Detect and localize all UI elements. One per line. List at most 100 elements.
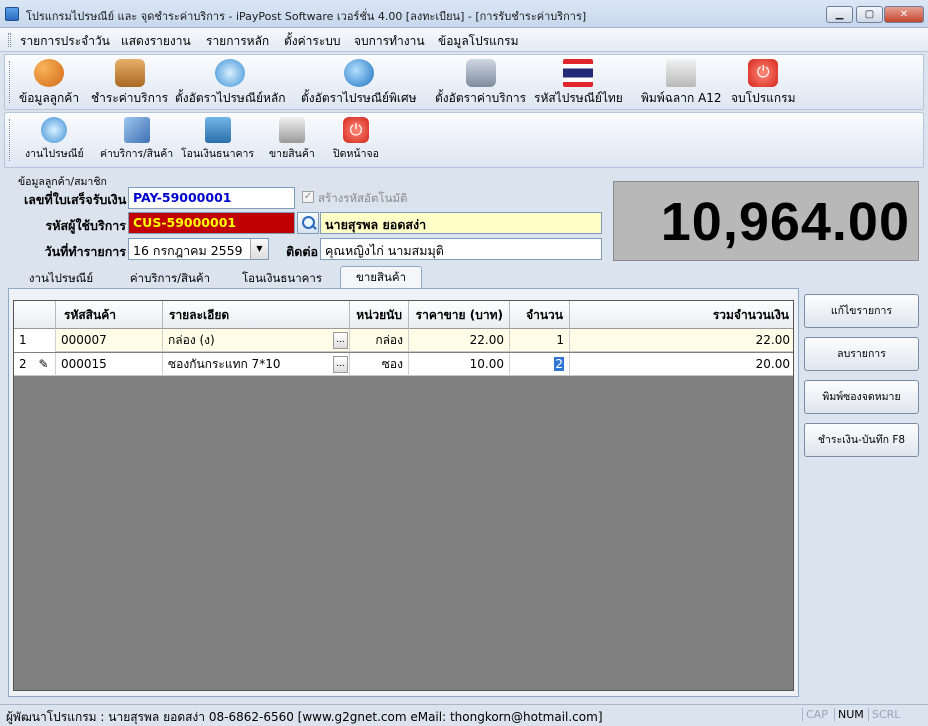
envelope-icon (666, 59, 697, 87)
customer-code-field[interactable]: CUS-59000001 (128, 212, 295, 234)
menu-daily[interactable]: รายการประจำวัน (20, 32, 110, 51)
postcode-label: รหัสไปรษณีย์ไทย (534, 91, 623, 105)
cell-price[interactable]: 22.00 (409, 329, 510, 352)
power-icon (342, 117, 369, 143)
cell-price[interactable]: 10.00 (409, 353, 510, 376)
main-rates-label: ตั้งอัตราไปรษณีย์หลัก (175, 91, 286, 105)
print-label-label: พิมพ์ฉลาก A12 (641, 91, 722, 105)
table-row[interactable]: 1 000007 กล่อง (ง) ... กล่อง 22.00 1 22.… (14, 329, 793, 352)
maximize-button[interactable]: ▢ (856, 6, 883, 23)
postal-work-button[interactable]: งานไปรษณีย์ (25, 117, 84, 162)
header-price[interactable]: ราคาขาย (บาท) (409, 301, 510, 329)
thai-flag-icon (563, 59, 594, 87)
header-quantity[interactable]: จำนวน (510, 301, 570, 329)
lookup-button[interactable]: ... (333, 332, 348, 349)
scroll-indicator: SCRL (868, 708, 903, 721)
payment-button[interactable]: ชำระค่าบริการ (91, 59, 168, 108)
cell-unit[interactable]: ซอง (350, 353, 409, 376)
postal-work-label: งานไปรษณีย์ (25, 148, 84, 160)
menu-about[interactable]: ข้อมูลโปรแกรม (438, 32, 519, 51)
mail-icon (41, 117, 68, 143)
receipt-label: เลขที่ใบเสร็จรับเงิน (24, 192, 127, 207)
menu-reports[interactable]: แสดงรายงาน (121, 32, 191, 51)
tab-sell-goods[interactable]: ขายสินค้า (340, 266, 422, 288)
minimize-button[interactable]: ▁ (826, 6, 853, 23)
lookup-button[interactable]: ... (333, 356, 348, 373)
tab-service-goods[interactable]: ค่าบริการ/สินค้า (118, 268, 222, 288)
status-bar: ผู้พัฒนาโปรแกรม : นายสุรพล ยอดสง่า 08-68… (0, 704, 928, 726)
customers-icon (34, 59, 65, 87)
menu-master[interactable]: รายการหลัก (206, 32, 269, 51)
customer-group-label: ข้อมูลลูกค้า/สมาชิก (18, 176, 107, 188)
cell-description[interactable]: ซองกันกระแทก 7*10 (163, 353, 350, 376)
edit-item-button[interactable]: แก้ไขรายการ (804, 294, 919, 328)
globe-mail-icon (343, 59, 374, 87)
date-value: 16 กรกฎาคม 2559 (133, 243, 243, 258)
cell-unit[interactable]: กล่อง (350, 329, 409, 352)
book-icon (114, 59, 145, 87)
close-screen-button[interactable]: ปิดหน้าจอ (333, 117, 379, 162)
exit-program-button[interactable]: จบโปรแกรม (731, 59, 796, 108)
total-amount-display: 10,964.00 (613, 181, 919, 261)
print-label-button[interactable]: พิมพ์ฉลาก A12 (641, 59, 722, 108)
receipt-number-field[interactable]: PAY-59000001 (128, 187, 295, 209)
customers-button[interactable]: ข้อมูลลูกค้า (19, 59, 79, 108)
cell-code[interactable]: 000007 (56, 329, 163, 352)
menu-settings[interactable]: ตั้งค่าระบบ (284, 32, 341, 51)
row-number: 2 ✎ (14, 353, 56, 376)
num-indicator: NUM (834, 708, 867, 721)
row-number: 1 (14, 329, 56, 352)
table-row[interactable]: 2 ✎ 000015 ซองกันกระแทก 7*10 ... ซอง 10.… (14, 353, 793, 376)
items-grid[interactable]: รหัสสินค้า รายละเอียด หน่วยนับ ราคาขาย (… (13, 300, 794, 691)
tab-postal-work[interactable]: งานไปรษณีย์ (10, 268, 112, 288)
cell-amount[interactable]: 22.00 (570, 329, 793, 352)
bank-transfer-button[interactable]: โอนเงินธนาคาร (181, 117, 254, 162)
main-rates-button[interactable]: ตั้งอัตราไปรษณีย์หลัก (175, 59, 286, 108)
date-picker[interactable]: 16 กรกฎาคม 2559 (128, 238, 269, 260)
power-icon (748, 59, 779, 87)
service-goods-label: ค่าบริการ/สินค้า (100, 148, 174, 160)
menu-bar: รายการประจำวัน แสดงรายงาน รายการหลัก ตั้… (0, 28, 928, 52)
menu-exit[interactable]: จบการทำงาน (354, 32, 425, 51)
auto-code-checkbox[interactable]: ✓ (302, 191, 314, 203)
postcode-button[interactable]: รหัสไปรษณีย์ไทย (534, 59, 623, 108)
close-button[interactable]: ✕ (884, 6, 924, 23)
special-rates-button[interactable]: ตั้งอัตราไปรษณีย์พิเศษ (301, 59, 417, 108)
edit-pencil-icon: ✎ (38, 357, 49, 371)
header-description[interactable]: รายละเอียด (163, 301, 350, 329)
service-goods-button[interactable]: ค่าบริการ/สินค้า (100, 117, 173, 162)
pay-save-button[interactable]: ชำระเงิน-บันทึก F8 (804, 423, 919, 457)
caps-indicator: CAP (802, 708, 831, 721)
header-row-number (14, 301, 56, 329)
delete-item-button[interactable]: ลบรายการ (804, 337, 919, 371)
header-code[interactable]: รหัสสินค้า (56, 301, 163, 329)
mail-icon (215, 59, 246, 87)
cell-amount[interactable]: 20.00 (570, 353, 793, 376)
main-toolbar: ข้อมูลลูกค้า ชำระค่าบริการ ตั้งอัตราไปรษ… (4, 54, 924, 110)
cell-quantity[interactable]: 2 (510, 353, 570, 376)
sell-goods-button[interactable]: ขายสินค้า (269, 117, 315, 162)
service-rates-button[interactable]: ตั้งอัตราค่าบริการ (435, 59, 526, 108)
menu-grip (8, 33, 11, 47)
tab-bank-transfer[interactable]: โอนเงินธนาคาร (230, 268, 334, 288)
cell-description[interactable]: กล่อง (ง) (163, 329, 350, 352)
customer-code-label: รหัสผู้ใช้บริการ (45, 218, 126, 233)
customer-name-field[interactable]: นายสุรพล ยอดสง่า (320, 212, 602, 234)
window-title: โปรแกรมไปรษณีย์ และ จุดชำระค่าบริการ - i… (26, 10, 587, 23)
row-number-value: 2 (19, 357, 27, 371)
print-envelope-button[interactable]: พิมพ์ซองจดหมาย (804, 380, 919, 414)
contact-field[interactable]: คุณหญิงไก่ นามสมมุติ (320, 238, 602, 260)
toolbar-grip (9, 61, 12, 103)
cell-code[interactable]: 000015 (56, 353, 163, 376)
header-amount[interactable]: รวมจำนวนเงิน (570, 301, 793, 329)
service-rates-label: ตั้งอัตราค่าบริการ (435, 91, 527, 105)
cell-quantity[interactable]: 1 (510, 329, 570, 352)
sell-goods-label: ขายสินค้า (269, 148, 315, 160)
toolbar-grip (9, 119, 12, 161)
chevron-down-icon[interactable]: ▼ (250, 239, 268, 259)
special-rates-label: ตั้งอัตราไปรษณีย์พิเศษ (301, 91, 417, 105)
quantity-editor[interactable]: 2 (554, 357, 564, 371)
shop-icon (278, 117, 305, 143)
header-unit[interactable]: หน่วยนับ (350, 301, 409, 329)
search-customer-button[interactable] (297, 212, 319, 234)
